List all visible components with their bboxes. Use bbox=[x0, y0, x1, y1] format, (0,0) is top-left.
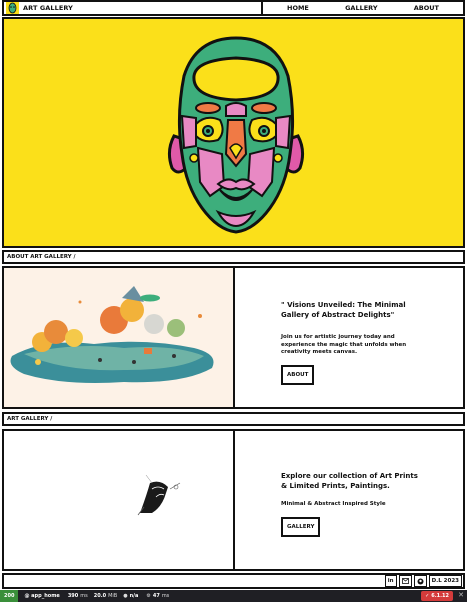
about-title: " Visions Unveiled: The Minimal Gallery … bbox=[281, 301, 406, 319]
abstract-figure-sketch bbox=[4, 431, 231, 569]
about-section-heading: ABOUT ART GALLERY / bbox=[7, 254, 76, 260]
navbar: ART GALLERY HOME GALLERY ABOUT bbox=[2, 0, 465, 16]
time-value: 390 bbox=[67, 593, 79, 599]
nav-links: HOME GALLERY ABOUT bbox=[263, 2, 463, 14]
user-info[interactable]: ● n/a bbox=[123, 593, 140, 599]
render-value: 47 bbox=[152, 593, 160, 599]
about-description: Join us for artistic journey today and e… bbox=[281, 334, 407, 355]
status-code[interactable]: 200 bbox=[0, 590, 19, 602]
twig-icon: ⚙ bbox=[146, 593, 151, 599]
nav-link-gallery[interactable]: GALLERY bbox=[345, 4, 377, 12]
gallery-section-heading: ART GALLERY / bbox=[7, 416, 53, 422]
about-text-panel: " Visions Unveiled: The Minimal Gallery … bbox=[235, 268, 463, 407]
footer-credit: D.L 2023 bbox=[428, 575, 462, 587]
gallery-card: Explore our collection of Art Prints & L… bbox=[2, 429, 465, 571]
time-unit: ms bbox=[80, 593, 88, 599]
hero-banner bbox=[2, 17, 465, 248]
version-text: 6.1.12 bbox=[431, 593, 449, 599]
about-card: " Visions Unveiled: The Minimal Gallery … bbox=[2, 266, 465, 409]
nav-link-about[interactable]: ABOUT bbox=[414, 4, 439, 12]
abstract-face-artwork bbox=[167, 36, 305, 234]
gallery-section-header: ART GALLERY / bbox=[2, 412, 465, 426]
render-unit: ms bbox=[161, 593, 170, 599]
brand[interactable]: ART GALLERY bbox=[4, 2, 263, 14]
linkedin-icon[interactable]: in bbox=[384, 575, 397, 587]
memory-unit: MiB bbox=[108, 593, 118, 599]
landscape-illustration bbox=[4, 268, 231, 407]
footer: in D.L 2023 bbox=[2, 573, 465, 589]
gallery-illustration bbox=[4, 431, 235, 569]
debug-toolbar: 200 @ app_home 390 ms 20.0 MiB ● n/a ⚙ 47 m… bbox=[0, 590, 467, 602]
route-name[interactable]: @ app_home bbox=[24, 593, 61, 599]
about-section-header: ABOUT ART GALLERY / bbox=[2, 250, 465, 264]
about-illustration bbox=[4, 268, 235, 407]
memory-usage[interactable]: 20.0 MiB bbox=[94, 593, 117, 599]
logo-icon bbox=[6, 2, 19, 14]
user-value: n/a bbox=[129, 593, 139, 599]
brand-name: ART GALLERY bbox=[23, 4, 73, 12]
mail-icon[interactable] bbox=[398, 575, 412, 587]
memory-value: 20.0 bbox=[93, 593, 107, 599]
route-label: @ app_home bbox=[24, 593, 60, 599]
render-time[interactable]: ⚙ 47 ms bbox=[146, 593, 169, 599]
version-badge[interactable]: ✓ 6.1.12 bbox=[421, 591, 453, 601]
gallery-title: Explore our collection of Art Prints & L… bbox=[281, 472, 418, 490]
gallery-description: Minimal & Abstract Inspired Style bbox=[281, 501, 386, 507]
gallery-text-panel: Explore our collection of Art Prints & L… bbox=[235, 431, 463, 569]
user-icon: ● bbox=[123, 593, 128, 599]
gallery-button[interactable]: GALLERY bbox=[281, 516, 321, 537]
about-button[interactable]: ABOUT bbox=[281, 364, 315, 385]
request-time[interactable]: 390 ms bbox=[68, 593, 88, 599]
close-icon[interactable]: ✕ bbox=[458, 591, 464, 599]
symfony-icon: ✓ bbox=[425, 593, 430, 599]
github-icon[interactable] bbox=[413, 575, 427, 587]
nav-link-home[interactable]: HOME bbox=[287, 4, 309, 12]
